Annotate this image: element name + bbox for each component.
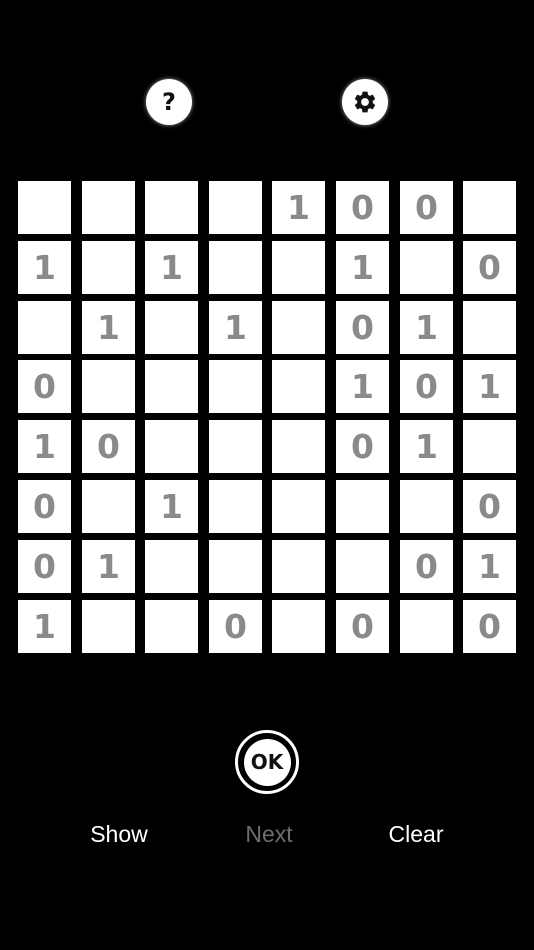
board-cell[interactable]: [272, 360, 325, 413]
board-cell[interactable]: 1: [463, 360, 516, 413]
board-cell[interactable]: 1: [145, 480, 198, 533]
board-cell[interactable]: [400, 241, 453, 294]
board-cell[interactable]: [82, 181, 135, 234]
board-cell[interactable]: [272, 540, 325, 593]
board-cell[interactable]: [272, 241, 325, 294]
board-cell[interactable]: 0: [400, 360, 453, 413]
clear-button[interactable]: Clear: [356, 817, 476, 851]
board-cell[interactable]: 0: [463, 241, 516, 294]
board-cell[interactable]: [145, 600, 198, 653]
board-cell[interactable]: 1: [82, 301, 135, 354]
board-cell[interactable]: 0: [336, 420, 389, 473]
board-cell[interactable]: [209, 360, 262, 413]
board-cell[interactable]: 1: [82, 540, 135, 593]
board-cell[interactable]: 0: [400, 181, 453, 234]
board-cell[interactable]: [82, 600, 135, 653]
board-cell[interactable]: 1: [336, 241, 389, 294]
board-cell[interactable]: [463, 301, 516, 354]
board-cell[interactable]: 1: [272, 181, 325, 234]
board-cell[interactable]: [336, 540, 389, 593]
board-cell[interactable]: 1: [400, 301, 453, 354]
board-cell[interactable]: [209, 420, 262, 473]
ok-button[interactable]: OK: [235, 730, 299, 794]
board-cell[interactable]: 0: [18, 360, 71, 413]
board-cell[interactable]: 0: [463, 480, 516, 533]
board-cell[interactable]: [463, 420, 516, 473]
board-cell[interactable]: [82, 360, 135, 413]
settings-button[interactable]: [342, 79, 388, 125]
board-cell[interactable]: 1: [18, 420, 71, 473]
board-cell[interactable]: 0: [18, 540, 71, 593]
question-mark-icon: ?: [162, 88, 176, 116]
board-cell[interactable]: [209, 181, 262, 234]
puzzle-board: 100111011010101100101001011000: [18, 181, 516, 653]
board-cell[interactable]: 1: [18, 600, 71, 653]
board-cell[interactable]: [272, 420, 325, 473]
board-cell[interactable]: [82, 241, 135, 294]
show-button[interactable]: Show: [59, 817, 179, 851]
board-cell[interactable]: [145, 301, 198, 354]
board-cell[interactable]: [400, 480, 453, 533]
board-cell[interactable]: 0: [336, 600, 389, 653]
gear-icon: [354, 91, 376, 113]
board-cell[interactable]: 1: [463, 540, 516, 593]
board-cell[interactable]: [272, 600, 325, 653]
board-cell[interactable]: 0: [336, 181, 389, 234]
board-cell[interactable]: [209, 480, 262, 533]
board-cell[interactable]: [400, 600, 453, 653]
board-cell[interactable]: 0: [82, 420, 135, 473]
help-button[interactable]: ?: [146, 79, 192, 125]
board-cell[interactable]: 0: [209, 600, 262, 653]
board-cell[interactable]: [336, 480, 389, 533]
board-cell[interactable]: [145, 360, 198, 413]
board-cell[interactable]: 1: [145, 241, 198, 294]
board-cell[interactable]: [18, 181, 71, 234]
board-cell[interactable]: 1: [400, 420, 453, 473]
board-cell[interactable]: 0: [400, 540, 453, 593]
board-cell[interactable]: 0: [336, 301, 389, 354]
board-cell[interactable]: [145, 540, 198, 593]
board-cell[interactable]: [209, 241, 262, 294]
board-cell[interactable]: [145, 181, 198, 234]
next-button: Next: [245, 821, 293, 847]
board-cell[interactable]: 1: [209, 301, 262, 354]
board-cell[interactable]: [272, 480, 325, 533]
board-cell[interactable]: [272, 301, 325, 354]
ok-label: OK: [243, 738, 291, 786]
board-cell[interactable]: [82, 480, 135, 533]
board-cell[interactable]: [463, 181, 516, 234]
board-cell[interactable]: [209, 540, 262, 593]
board-cell[interactable]: [18, 301, 71, 354]
board-cell[interactable]: 1: [18, 241, 71, 294]
board-cell[interactable]: 0: [463, 600, 516, 653]
board-cell[interactable]: 0: [18, 480, 71, 533]
board-cell[interactable]: 1: [336, 360, 389, 413]
board-cell[interactable]: [145, 420, 198, 473]
